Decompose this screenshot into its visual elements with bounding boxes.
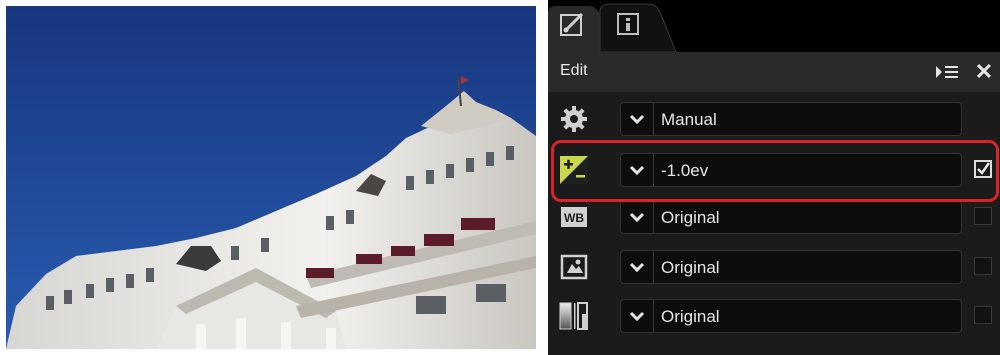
svg-text:WB: WB	[564, 211, 584, 225]
checkmark-icon	[977, 162, 990, 175]
panel-title: Edit	[560, 62, 588, 79]
edit-panel: Edit ✕ Manual -1.0ev WB Original Origina…	[548, 0, 1000, 355]
chevron-down-icon	[621, 251, 654, 283]
exposure-select[interactable]: -1.0ev	[620, 153, 962, 187]
exposure-select-value: -1.0ev	[661, 161, 709, 180]
white-balance-select[interactable]: Original	[620, 200, 962, 234]
d-lighting-apply-checkbox[interactable]	[974, 306, 992, 324]
tab-strip	[548, 0, 1000, 52]
picture-control-icon	[558, 251, 590, 283]
adjustment-row-exposure: -1.0ev	[548, 150, 1000, 190]
exposure-apply-checkbox[interactable]	[974, 160, 992, 178]
white-balance-select-value: Original	[661, 208, 720, 227]
exposure-compensation-icon	[558, 154, 590, 186]
chevron-down-icon	[621, 154, 654, 186]
panel-header: Edit ✕	[548, 52, 1000, 92]
photo-preview	[6, 6, 536, 349]
picture-control-select[interactable]: Original	[620, 250, 962, 284]
mode-select[interactable]: Manual	[620, 102, 962, 136]
adjustment-row-d-lighting: Original	[548, 296, 1000, 336]
mode-select-value: Manual	[661, 110, 717, 129]
photo-hotel-facade	[6, 6, 536, 349]
d-lighting-select[interactable]: Original	[620, 299, 962, 333]
gear-icon	[558, 103, 590, 135]
adjustment-row-picture-control: Original	[548, 247, 1000, 287]
adjustment-row-white-balance: WB Original	[548, 197, 1000, 237]
edit-brush-icon[interactable]	[558, 10, 586, 38]
picture-control-apply-checkbox[interactable]	[974, 257, 992, 275]
picture-control-select-value: Original	[661, 258, 720, 277]
adjustment-row-mode: Manual	[548, 99, 1000, 139]
close-icon[interactable]: ✕	[972, 60, 996, 84]
panel-menu-icon[interactable]	[934, 62, 960, 82]
active-d-lighting-icon	[558, 300, 590, 332]
chevron-down-icon	[621, 103, 654, 135]
white-balance-apply-checkbox[interactable]	[974, 207, 992, 225]
white-balance-icon: WB	[558, 201, 590, 233]
chevron-down-icon	[621, 201, 654, 233]
chevron-down-icon	[621, 300, 654, 332]
info-icon[interactable]	[614, 10, 642, 38]
d-lighting-select-value: Original	[661, 307, 720, 326]
